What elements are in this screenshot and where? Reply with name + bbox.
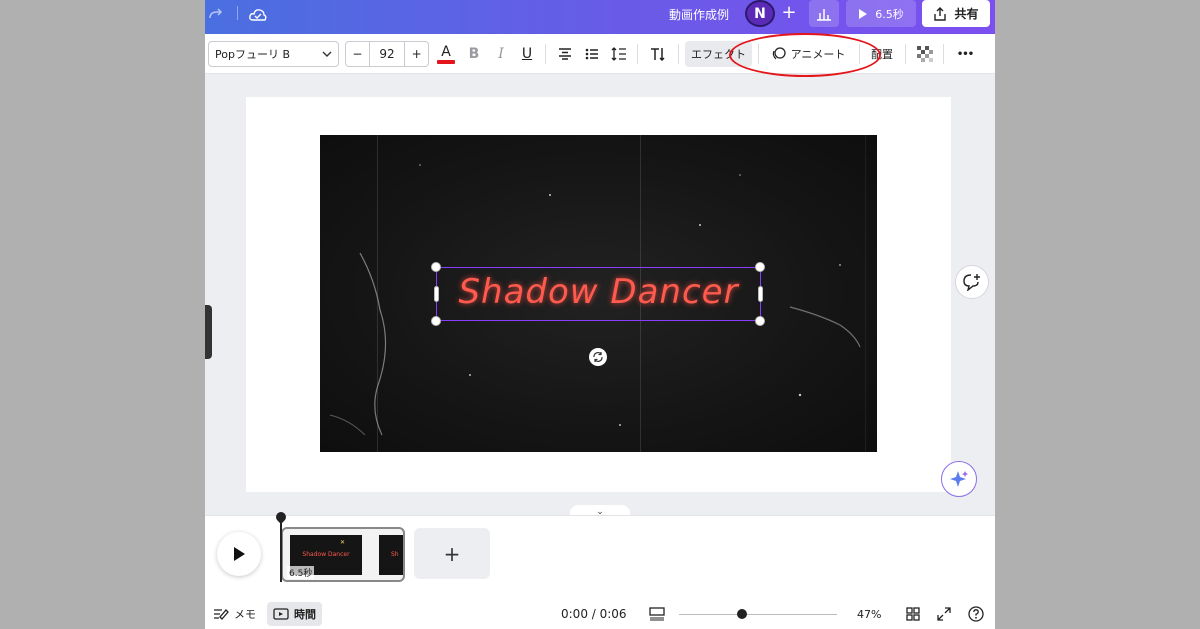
bullet-list-icon[interactable] [582, 41, 602, 67]
headline-text[interactable]: Shadow Dancer [437, 272, 760, 312]
font-size-input[interactable]: 92 [370, 42, 405, 66]
help-icon [968, 606, 984, 622]
toolbar-divider [545, 44, 546, 64]
side-panel-toggle[interactable] [205, 305, 212, 359]
bar-chart-icon [817, 8, 831, 21]
timeline-clip[interactable]: Shadow Dancer ✕ Sh 6.5秒 [281, 527, 405, 582]
resize-handle[interactable] [434, 286, 439, 302]
resize-handle[interactable] [431, 262, 441, 272]
avatar[interactable]: N [745, 0, 775, 27]
layout-view-button[interactable] [649, 602, 665, 626]
share-button[interactable]: 共有 [922, 0, 990, 27]
zoom-slider-track[interactable] [679, 614, 837, 615]
zoom-slider-knob[interactable] [737, 609, 747, 619]
align-center-icon[interactable] [555, 41, 575, 67]
video-timer-icon [273, 608, 289, 620]
document-title[interactable]: 動画作成例 [669, 6, 729, 23]
text-color-swatch [437, 59, 455, 64]
resize-handle[interactable] [431, 316, 441, 326]
present-button[interactable]: 6.5秒 [846, 0, 916, 27]
toolbar-divider [943, 44, 944, 64]
resize-handle[interactable] [755, 316, 765, 326]
share-label: 共有 [954, 7, 979, 21]
notes-button[interactable]: メモ [213, 602, 256, 626]
effects-button[interactable]: エフェクト [685, 41, 752, 67]
position-button[interactable]: 配置 [868, 41, 896, 67]
toolbar-divider [905, 44, 906, 64]
chevron-down-icon [322, 51, 332, 57]
zoom-level[interactable]: 47% [857, 602, 881, 626]
playhead-knob[interactable] [273, 509, 289, 525]
play-icon [234, 547, 245, 561]
clip-duration: 6.5秒 [287, 566, 315, 579]
selected-text-box[interactable]: Shadow Dancer [436, 267, 761, 321]
timer-button[interactable]: 時間 [267, 602, 322, 626]
present-duration: 6.5秒 [875, 7, 904, 21]
clip-thumbnail: Sh [379, 535, 403, 575]
text-color-letter: A [441, 43, 451, 60]
play-button[interactable] [217, 532, 261, 576]
help-button[interactable] [968, 602, 984, 626]
animate-button[interactable]: アニメート [767, 41, 849, 67]
playhead-line[interactable] [280, 516, 282, 582]
thumbnail-sparkle: ✕ [340, 539, 346, 546]
add-clip-button[interactable]: + [414, 528, 490, 579]
topbar-divider [237, 6, 238, 20]
toolbar-divider [637, 44, 638, 64]
add-comment-button[interactable] [955, 265, 989, 299]
font-family-select[interactable]: Popフューリ B [208, 41, 339, 67]
fullscreen-button[interactable] [937, 602, 951, 626]
resize-handle[interactable] [758, 286, 763, 302]
timer-label: 時間 [294, 608, 316, 621]
top-bar: 動画作成例 N + 6.5秒 共有 [205, 0, 995, 34]
time-readout: 0:00 / 0:06 [561, 607, 627, 621]
font-name: Popフューリ B [215, 48, 290, 61]
editor-window: 動画作成例 N + 6.5秒 共有 Popフューリ B − 92 + A B I… [205, 0, 995, 629]
layout-icon [649, 607, 665, 621]
more-options-button[interactable]: ••• [953, 41, 977, 67]
timeline-panel: Shadow Dancer ✕ Sh 6.5秒 + メモ 時間 0:00 / 0… [205, 509, 995, 629]
rotate-handle[interactable] [589, 348, 607, 366]
share-icon [934, 6, 947, 21]
animate-icon [772, 47, 786, 60]
thumbnail-text: Sh [391, 551, 399, 558]
add-collaborator-button[interactable]: + [778, 2, 800, 23]
notes-icon [214, 609, 229, 620]
notes-label: メモ [234, 608, 256, 621]
grid-view-button[interactable] [906, 602, 920, 626]
resize-handle[interactable] [755, 262, 765, 272]
thumbnail-text: Shadow Dancer [302, 551, 350, 558]
analytics-button[interactable] [809, 0, 839, 27]
play-icon [859, 8, 868, 19]
decrease-size-button[interactable]: − [346, 42, 370, 66]
increase-size-button[interactable]: + [404, 42, 428, 66]
text-color-button[interactable]: A [435, 41, 457, 67]
sparkle-icon [950, 471, 968, 487]
redo-icon[interactable] [205, 4, 227, 26]
line-spacing-icon[interactable] [609, 41, 629, 67]
toolbar-divider [678, 44, 679, 64]
rotate-icon [593, 352, 603, 362]
transparency-icon[interactable] [915, 41, 935, 67]
expand-icon [937, 607, 951, 621]
underline-button[interactable]: U [519, 41, 535, 67]
bold-button[interactable]: B [466, 41, 482, 67]
text-orientation-icon[interactable] [648, 41, 670, 67]
animate-label: アニメート [790, 48, 846, 61]
italic-button[interactable]: I [493, 41, 509, 67]
grid-icon [906, 607, 920, 621]
toolbar-divider [859, 44, 860, 64]
font-size-stepper: − 92 + [345, 41, 429, 67]
cloud-saved-icon[interactable] [247, 4, 269, 26]
comment-add-icon [963, 274, 980, 291]
toolbar-divider [758, 44, 759, 64]
magic-assistant-button[interactable] [941, 461, 977, 497]
text-toolbar: Popフューリ B − 92 + A B I U エフェクト アニメート 配置 … [205, 34, 995, 74]
